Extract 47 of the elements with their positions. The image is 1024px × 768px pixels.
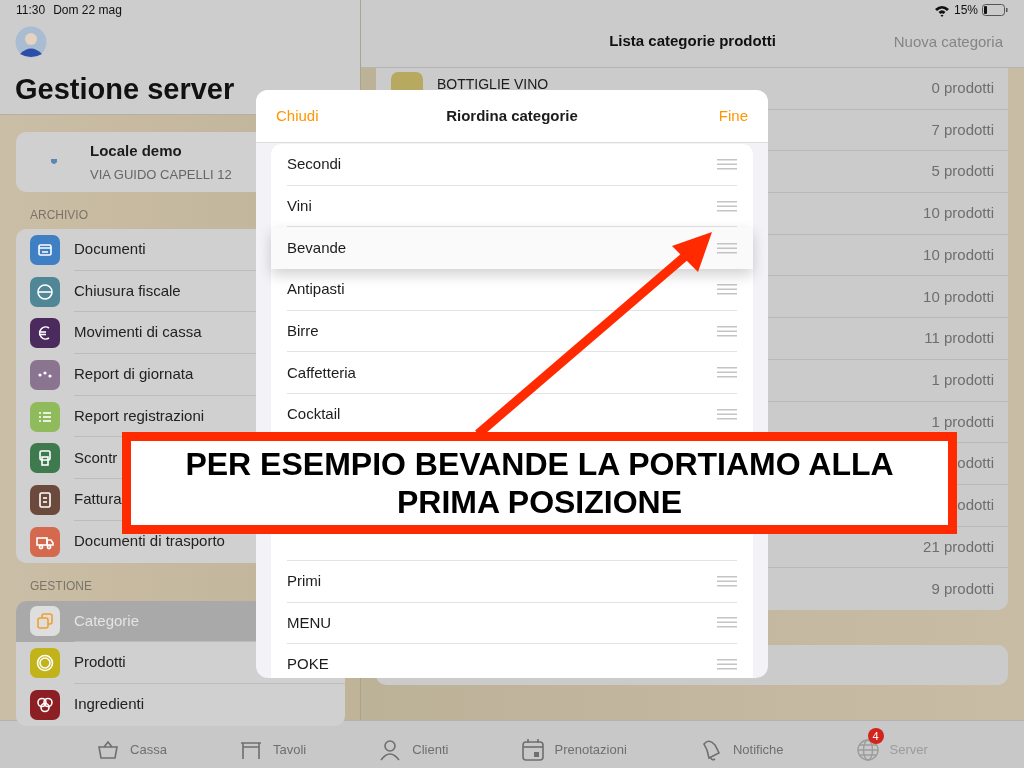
- item-label: Movimenti di cassa: [74, 322, 202, 343]
- clock-time: 11:30: [16, 2, 46, 19]
- row-label: Caffetteria: [287, 362, 356, 383]
- product-count: 11 prodotti: [924, 328, 994, 349]
- venue-address: VIA GUIDO CAPELLI 12: [90, 166, 232, 184]
- row-label: Primi: [287, 570, 322, 591]
- row-label: Secondi: [287, 154, 342, 175]
- row-label: POKE: [287, 654, 329, 675]
- item-label: Fattura: [74, 489, 122, 510]
- product-count: 10 prodotti: [923, 286, 994, 307]
- item-label: Categorie: [74, 610, 140, 631]
- row-label: Antipasti: [287, 279, 345, 300]
- product-count: 10 prodotti: [923, 203, 994, 224]
- section-header: GESTIONE: [30, 578, 92, 593]
- product-count: 1 prodotti: [931, 369, 994, 390]
- notification-badge: 4: [867, 727, 884, 744]
- product-count: 5 prodotti: [931, 161, 994, 182]
- item-label: Scontr: [74, 447, 118, 468]
- item-label: Documenti: [74, 239, 146, 260]
- row-label: MENU: [287, 612, 332, 633]
- item-label: Report registrazioni: [74, 405, 205, 426]
- dialog-title: Riordina categorie: [446, 105, 578, 126]
- venue-name: Locale demo: [90, 140, 183, 161]
- nav-title: Lista categorie prodotti: [609, 31, 776, 51]
- product-count: 21 prodotti: [923, 536, 994, 557]
- item-label: Documenti di trasporto: [74, 531, 225, 552]
- battery-percent: 15%: [953, 2, 978, 19]
- product-count: odotti: [957, 453, 994, 474]
- row-label: Birre: [287, 320, 319, 341]
- item-label: Ingredienti: [74, 694, 145, 715]
- page-title: Gestione server: [15, 72, 236, 107]
- item-label: Chiusura fiscale: [74, 280, 181, 301]
- callout-text: PER ESEMPIO BEVANDE LA PORTIAMO ALLA PRIMA POSIZIONE: [184, 444, 895, 522]
- product-count: 1 prodotti: [931, 411, 994, 432]
- product-count: 10 prodotti: [923, 244, 994, 265]
- row-label: Cocktail: [287, 404, 341, 425]
- product-count: 7 prodotti: [931, 119, 994, 140]
- item-label: Report di giornata: [74, 364, 194, 385]
- date-text: Dom 22 mag: [53, 2, 122, 19]
- product-count: 9 prodotti: [931, 578, 994, 599]
- product-count: 0 prodotti: [931, 78, 994, 99]
- section-header: ARCHIVIO: [30, 208, 88, 222]
- category-name: BOTTIGLIE VINO: [437, 75, 549, 94]
- product-count: odotti: [957, 494, 994, 515]
- item-label: Prodotti: [74, 652, 126, 673]
- row-label: Vini: [287, 195, 312, 216]
- row-label: Bevande: [287, 237, 347, 258]
